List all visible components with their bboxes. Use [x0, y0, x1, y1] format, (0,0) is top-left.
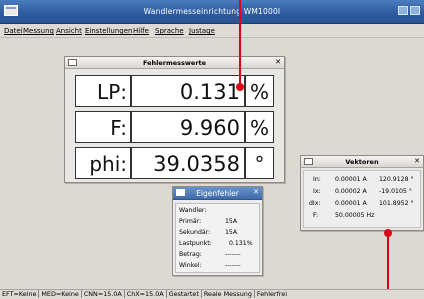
status-item: Reale Messung	[201, 290, 255, 298]
eigenfehler-value: 0.131%	[229, 240, 253, 247]
vektoren-title: Vektoren	[345, 158, 379, 166]
eigenfehler-value: 15A	[225, 229, 238, 236]
fehlermesswerte-window: Fehlermesswerte ✕ LP: 0.131 % F: 9.960 %…	[64, 56, 285, 183]
maximize-icon[interactable]	[410, 6, 420, 15]
fehlermesswerte-title: Fehlermesswerte	[142, 59, 207, 67]
f-unit: %	[245, 111, 274, 143]
eigenfehler-label: Winkel:	[179, 262, 202, 269]
menubar: Datei Messung Ansicht Einstellungen Hilf…	[0, 24, 424, 38]
status-item: MED=Keine	[39, 290, 82, 298]
close-icon[interactable]: ✕	[275, 58, 281, 66]
vektor-label: Ix:	[313, 188, 321, 195]
menu-sprache[interactable]: Sprache	[155, 27, 184, 35]
statusbar: EFT=Keine MED=Keine CNN=15.0A ChX=15.0A Gest…	[0, 289, 424, 299]
vektor-amplitude: 0.00002 A	[335, 188, 367, 195]
status-item: Fehlerfrei	[256, 290, 287, 298]
menu-datei[interactable]: Datei	[4, 27, 23, 35]
lp-unit: %	[245, 75, 274, 107]
phi-unit: °	[245, 147, 274, 179]
eigenfehler-value: -------	[225, 262, 241, 269]
f-label: F:	[75, 111, 131, 143]
minimize-icon[interactable]	[398, 6, 408, 15]
eigenfehler-titlebar[interactable]: Eigenfehler ✕	[173, 187, 262, 200]
eigenfehler-value: 15A	[225, 218, 238, 225]
close-icon[interactable]: ✕	[253, 188, 259, 196]
menu-justage[interactable]: Justage	[189, 27, 215, 35]
vektoren-titlebar[interactable]: Vektoren ✕	[301, 156, 423, 168]
eigenfehler-label: Sekundär:	[179, 229, 211, 236]
menu-messung[interactable]: Messung	[23, 27, 54, 35]
fehlermesswerte-titlebar[interactable]: Fehlermesswerte ✕	[65, 57, 284, 69]
vektor-angle: 120.9128 °	[379, 176, 414, 183]
vektor-angle: 101.8952 °	[379, 200, 414, 207]
vektoren-window: Vektoren ✕ In: 0.00001 A 120.9128 ° Ix: …	[300, 155, 424, 231]
close-icon[interactable]: ✕	[414, 157, 420, 165]
vektor-amplitude: 0.00001 A	[335, 200, 367, 207]
lp-value: 0.131	[131, 75, 245, 107]
eigenfehler-label: Betrag:	[179, 251, 202, 258]
eigenfehler-label: Wandler:	[179, 207, 207, 214]
vektor-amplitude: 0.00001 A	[335, 176, 367, 183]
frequency-label: F:	[313, 212, 319, 219]
app-titlebar: Wandlermesseinrichtung WM1000I	[0, 0, 424, 24]
frequency-value: 50.00005 Hz	[335, 212, 375, 219]
status-item: ChX=15.0A	[124, 290, 167, 298]
menu-ansicht[interactable]: Ansicht	[56, 27, 82, 35]
vektor-label: In:	[313, 176, 321, 183]
status-item: EFT=Keine	[0, 290, 40, 298]
vektor-angle: -19.0105 °	[379, 188, 412, 195]
phi-label: phi:	[75, 147, 131, 179]
lp-label: LP:	[75, 75, 131, 107]
eigenfehler-label: Primär:	[179, 218, 202, 225]
status-item: CNN=15.0A	[81, 290, 125, 298]
status-item: Gestartet	[166, 290, 202, 298]
annotation-marker-line	[239, 0, 241, 84]
app-title: Wandlermesseinrichtung WM1000I	[143, 7, 281, 16]
menu-hilfe[interactable]: Hilfe	[133, 27, 149, 35]
annotation-marker-dot	[236, 83, 244, 91]
f-value: 9.960	[131, 111, 245, 143]
phi-value: 39.0358	[131, 147, 245, 179]
eigenfehler-window: Eigenfehler ✕ Wandler: Primär: 15A Sekun…	[172, 186, 263, 276]
menu-einstellungen[interactable]: Einstellungen	[85, 27, 132, 35]
eigenfehler-value: -------	[225, 251, 241, 258]
vektor-label: dIx:	[309, 200, 321, 207]
eigenfehler-title: Eigenfehler	[196, 189, 239, 198]
eigenfehler-label: Lastpunkt:	[179, 240, 212, 247]
